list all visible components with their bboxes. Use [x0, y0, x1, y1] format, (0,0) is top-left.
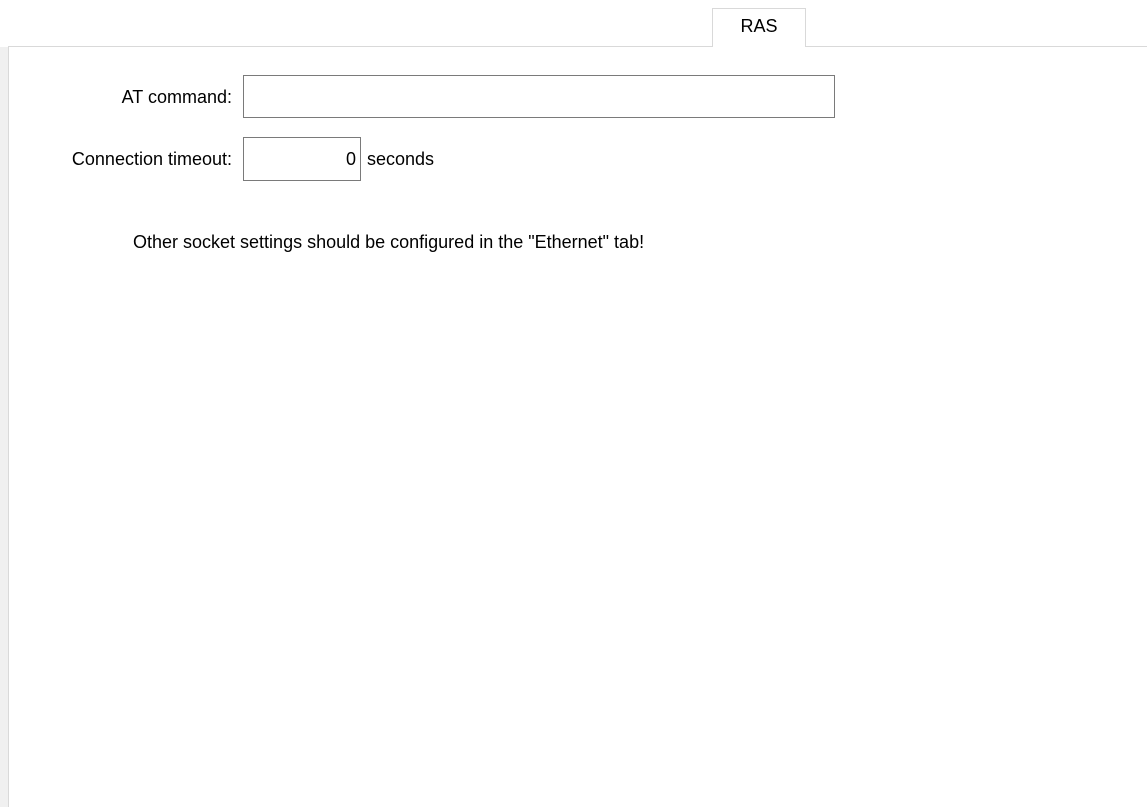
- ras-settings-panel: AT command: Connection timeout: seconds …: [8, 46, 1147, 807]
- ethernet-settings-note: Other socket settings should be configur…: [133, 232, 645, 252]
- connection-timeout-label: Connection timeout:: [71, 149, 232, 169]
- at-command-label: AT command:: [121, 87, 232, 107]
- connection-timeout-input[interactable]: [243, 137, 361, 181]
- tab-ras[interactable]: RAS: [712, 8, 806, 47]
- connection-timeout-unit: seconds: [367, 149, 435, 169]
- at-command-input[interactable]: [243, 75, 835, 118]
- tab-ras-label: RAS: [740, 16, 778, 36]
- tab-strip: RAS: [0, 0, 1147, 47]
